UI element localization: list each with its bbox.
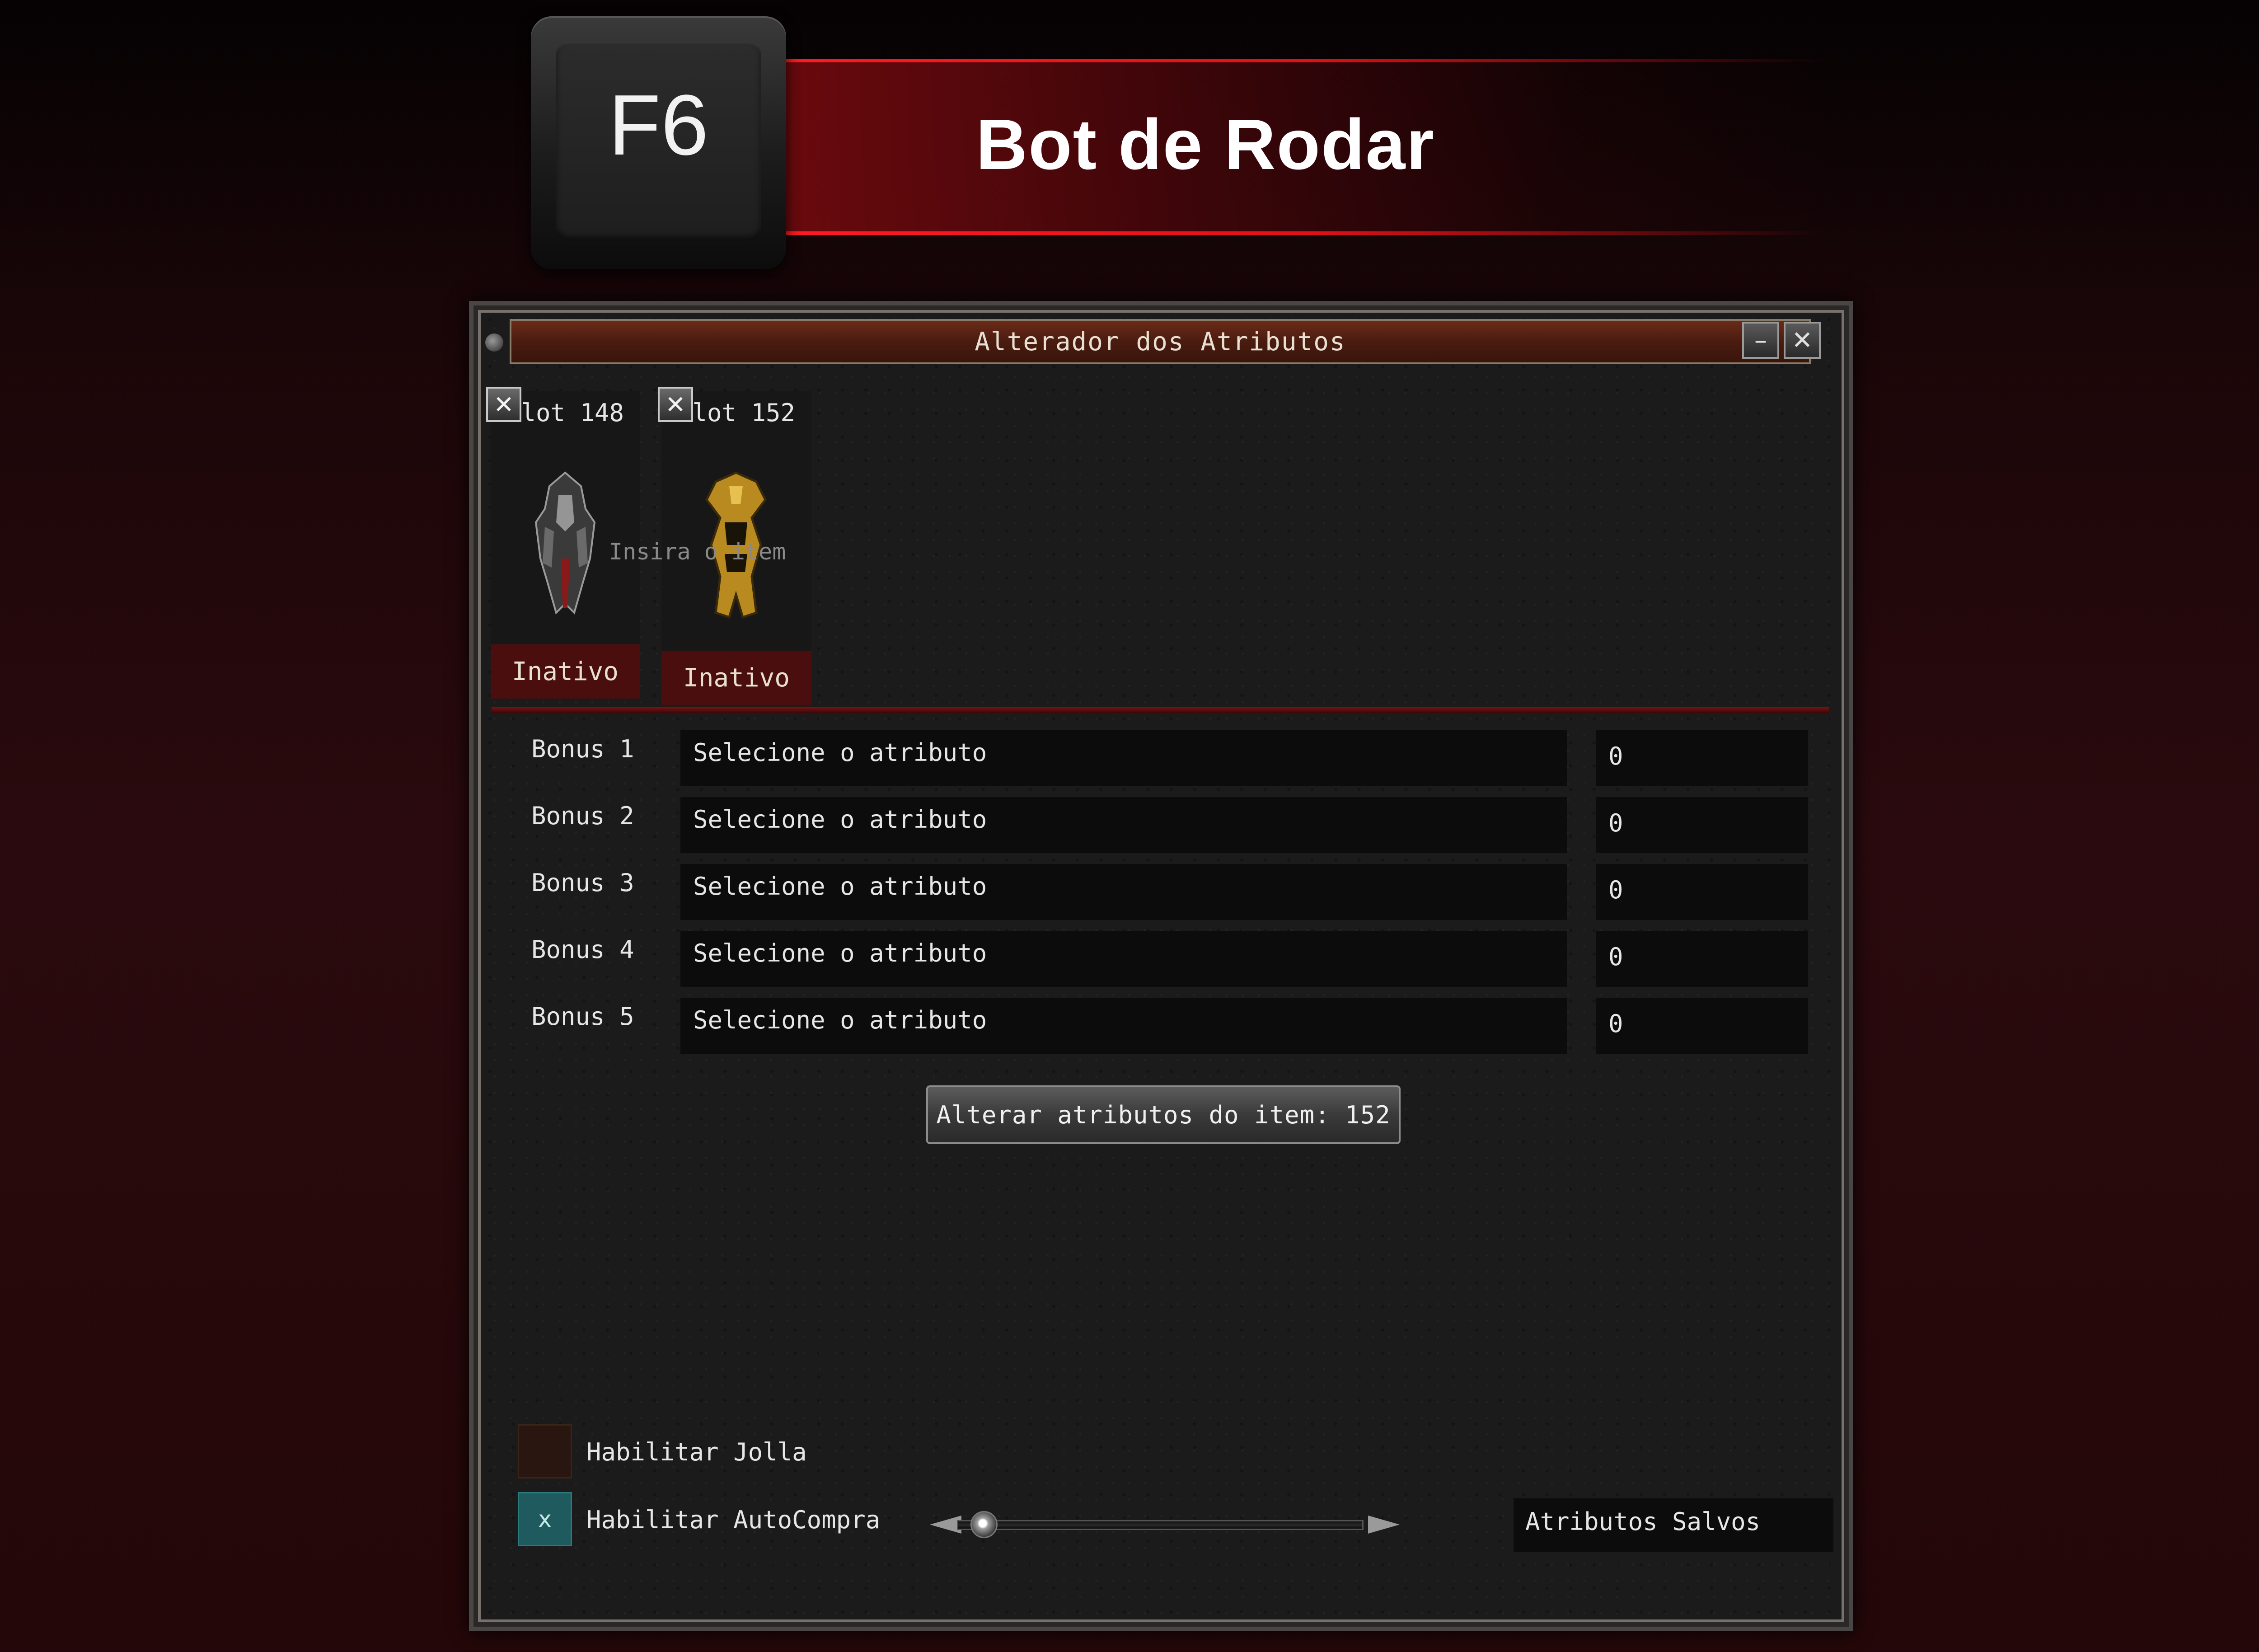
close-button[interactable]: ✕	[1784, 322, 1821, 359]
dark-armor-icon	[534, 471, 596, 615]
close-icon: ✕	[493, 390, 514, 419]
f6-key-label: F6	[556, 42, 761, 240]
remove-slot-152-button[interactable]: ✕	[658, 387, 693, 422]
window-titlebar[interactable]: Alterador dos Atributos	[510, 319, 1811, 364]
window-title: Alterador dos Atributos	[975, 327, 1346, 357]
banner-bottom-line	[786, 231, 1825, 235]
bonus-1-attribute-select[interactable]: Selecione o atributo	[680, 730, 1567, 786]
attribute-changer-window: Alterador dos Atributos – ✕ Slot 148 Ina…	[469, 301, 1853, 1631]
f6-key: F6	[531, 16, 786, 269]
bonus-row-5: Bonus 5 Selecione o atributo 0	[473, 998, 1847, 1056]
bonus-5-value-field[interactable]: 0	[1596, 998, 1808, 1054]
bonus-2-attribute-select[interactable]: Selecione o atributo	[680, 797, 1567, 853]
bonus-3-value-field[interactable]: 0	[1596, 864, 1808, 920]
section-divider	[492, 707, 1829, 713]
bonus-4-value-field[interactable]: 0	[1596, 931, 1808, 987]
remove-slot-148-button[interactable]: ✕	[486, 387, 521, 422]
window-knob-icon	[485, 333, 503, 352]
slider-track[interactable]	[957, 1520, 1364, 1530]
bonus-label: Bonus 4	[531, 935, 634, 964]
speed-slider[interactable]	[930, 1507, 1400, 1542]
bonus-label: Bonus 1	[531, 735, 634, 763]
bonus-3-attribute-select[interactable]: Selecione o atributo	[680, 864, 1567, 920]
bonus-row-1: Bonus 1 Selecione o atributo 0	[473, 730, 1847, 789]
bonus-1-value-field[interactable]: 0	[1596, 730, 1808, 786]
minimize-icon: –	[1754, 325, 1767, 355]
apply-attributes-button[interactable]: Alterar atributos do item: 152	[926, 1085, 1401, 1144]
jolla-label: Habilitar Jolla	[586, 1438, 807, 1466]
bonus-label: Bonus 3	[531, 868, 634, 897]
jolla-checkbox[interactable]	[518, 1424, 572, 1478]
bonus-row-4: Bonus 4 Selecione o atributo 0	[473, 931, 1847, 990]
slider-right-arrow-icon	[1368, 1516, 1400, 1534]
slider-handle[interactable]	[970, 1511, 998, 1538]
autocompra-label: Habilitar AutoCompra	[586, 1506, 881, 1534]
autocompra-checkbox[interactable]: x	[518, 1492, 572, 1546]
close-icon: ✕	[665, 390, 686, 419]
page-title: Bot de Rodar	[976, 105, 1435, 184]
bonus-2-value-field[interactable]: 0	[1596, 797, 1808, 853]
saved-attributes-box[interactable]: Atributos Salvos	[1514, 1498, 1833, 1552]
bonus-label: Bonus 5	[531, 1002, 634, 1031]
close-icon: ✕	[1791, 325, 1813, 355]
minimize-button[interactable]: –	[1742, 322, 1779, 359]
bonus-5-attribute-select[interactable]: Selecione o atributo	[680, 998, 1567, 1054]
check-x-icon: x	[538, 1506, 552, 1532]
slot-status: Inativo	[661, 651, 811, 705]
banner-top-line	[786, 59, 1825, 62]
bonus-label: Bonus 2	[531, 802, 634, 830]
bonus-row-3: Bonus 3 Selecione o atributo 0	[473, 864, 1847, 923]
slot-status: Inativo	[491, 644, 640, 699]
bonus-4-attribute-select[interactable]: Selecione o atributo	[680, 931, 1567, 987]
insert-item-hint: Insira o item	[609, 539, 786, 565]
bonus-row-2: Bonus 2 Selecione o atributo 0	[473, 797, 1847, 856]
